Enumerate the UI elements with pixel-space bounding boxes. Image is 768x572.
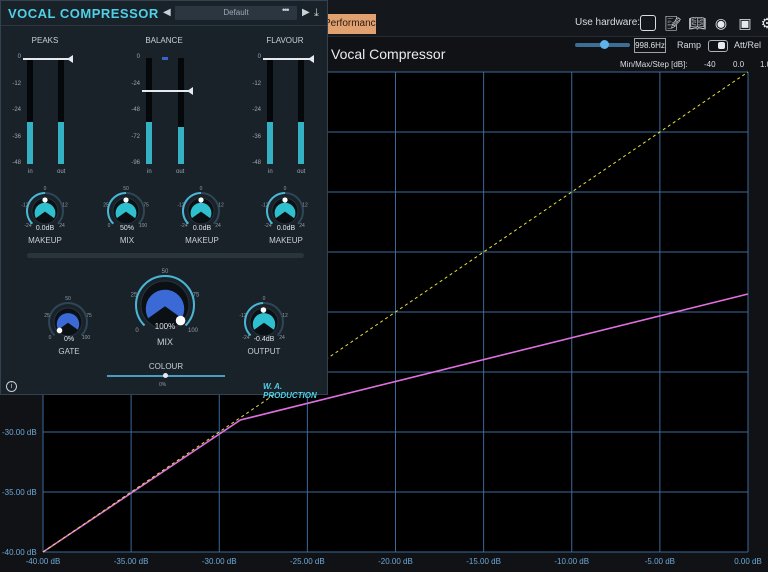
x-tick-label: 0.00 dB xyxy=(734,557,762,566)
flavour-makeup-value: 0.0dB xyxy=(276,225,296,232)
colour-label: COLOUR xyxy=(148,362,184,371)
x-tick-label: -40.00 dB xyxy=(26,557,61,566)
knob-scale-lo: 25 xyxy=(131,293,138,299)
balance-mix-value: 50% xyxy=(119,225,134,232)
knob-scale-hi: 75 xyxy=(143,202,149,208)
x-tick-label: -5.00 dB xyxy=(645,557,675,566)
knob-scale-lo: -12 xyxy=(239,313,246,319)
x-tick-label: -15.00 dB xyxy=(466,557,501,566)
x-tick-label: -25.00 dB xyxy=(290,557,325,566)
plugin-window: VOCAL COMPRESSOR ◀ Default ••• ▶ ⤓ PEAKS… xyxy=(0,0,328,400)
knob-scale-lo: 25 xyxy=(103,202,109,208)
output-knob-pointer[interactable] xyxy=(260,307,267,313)
y-tick-label: -40.00 dB xyxy=(2,548,37,557)
info-icon[interactable]: i xyxy=(6,381,17,392)
knob-scale-mid: 0 xyxy=(284,186,287,192)
flavour-makeup-label: MAKEUP xyxy=(269,236,303,245)
knob-scale-min: 0 xyxy=(135,328,139,334)
knob-scale-lo: -12 xyxy=(261,202,268,208)
output-value: -0.4dB xyxy=(253,336,275,343)
mix-value: 100% xyxy=(154,322,176,331)
section-divider-bar xyxy=(27,253,304,258)
colour-value: 0% xyxy=(159,382,167,388)
knob-scale-max: 100 xyxy=(188,328,199,334)
mix-label: MIX xyxy=(156,337,173,347)
peaks-makeup-value: 0.0dB xyxy=(35,225,55,232)
x-tick-label: -30.00 dB xyxy=(202,557,237,566)
balance-mix-label: MIX xyxy=(119,236,135,245)
flavour-makeup-knob-pointer[interactable] xyxy=(282,197,288,203)
brand-logo: W. A. PRODUCTION xyxy=(263,382,317,400)
balance-mix-knob-pointer[interactable] xyxy=(123,197,129,203)
knob-scale-hi: 75 xyxy=(86,313,92,319)
knob-scale-mid: 50 xyxy=(123,186,129,192)
balance-makeup-knob-pointer[interactable] xyxy=(198,197,204,203)
gate-knob-pointer[interactable] xyxy=(56,327,63,334)
y-tick-label: -35.00 dB xyxy=(2,488,37,497)
knob-scale-lo: -12 xyxy=(21,202,28,208)
balance-makeup-value: 0.0dB xyxy=(192,225,212,232)
output-label: OUTPUT xyxy=(247,347,281,356)
y-tick-label: -30.00 dB xyxy=(2,428,37,437)
knob-scale-mid: 0 xyxy=(44,186,47,192)
knob-scale-mid: 0 xyxy=(200,186,203,192)
peaks-makeup-knob-pointer[interactable] xyxy=(42,197,48,203)
knob-scale-lo: 25 xyxy=(44,313,50,319)
knob-scale-mid: 50 xyxy=(65,296,71,302)
colour-slider-handle[interactable] xyxy=(163,373,168,378)
knob-scale-mid: 0 xyxy=(263,296,266,302)
knob-scale-hi: 12 xyxy=(282,313,288,319)
x-tick-label: -10.00 dB xyxy=(554,557,589,566)
knob-scale-lo: -12 xyxy=(177,202,184,208)
balance-makeup-label: MAKEUP xyxy=(185,236,219,245)
knob-scale-hi: 12 xyxy=(302,202,308,208)
knob-scale-hi: 12 xyxy=(62,202,68,208)
knob-scale-hi: 75 xyxy=(193,293,200,299)
knob-scale-hi: 12 xyxy=(218,202,224,208)
peaks-makeup-label: MAKEUP xyxy=(28,236,62,245)
x-tick-label: -20.00 dB xyxy=(378,557,413,566)
gate-value: 0% xyxy=(63,336,75,343)
x-tick-label: -35.00 dB xyxy=(114,557,149,566)
gate-label: GATE xyxy=(58,347,80,356)
knob-scale-mid: 50 xyxy=(162,269,169,275)
